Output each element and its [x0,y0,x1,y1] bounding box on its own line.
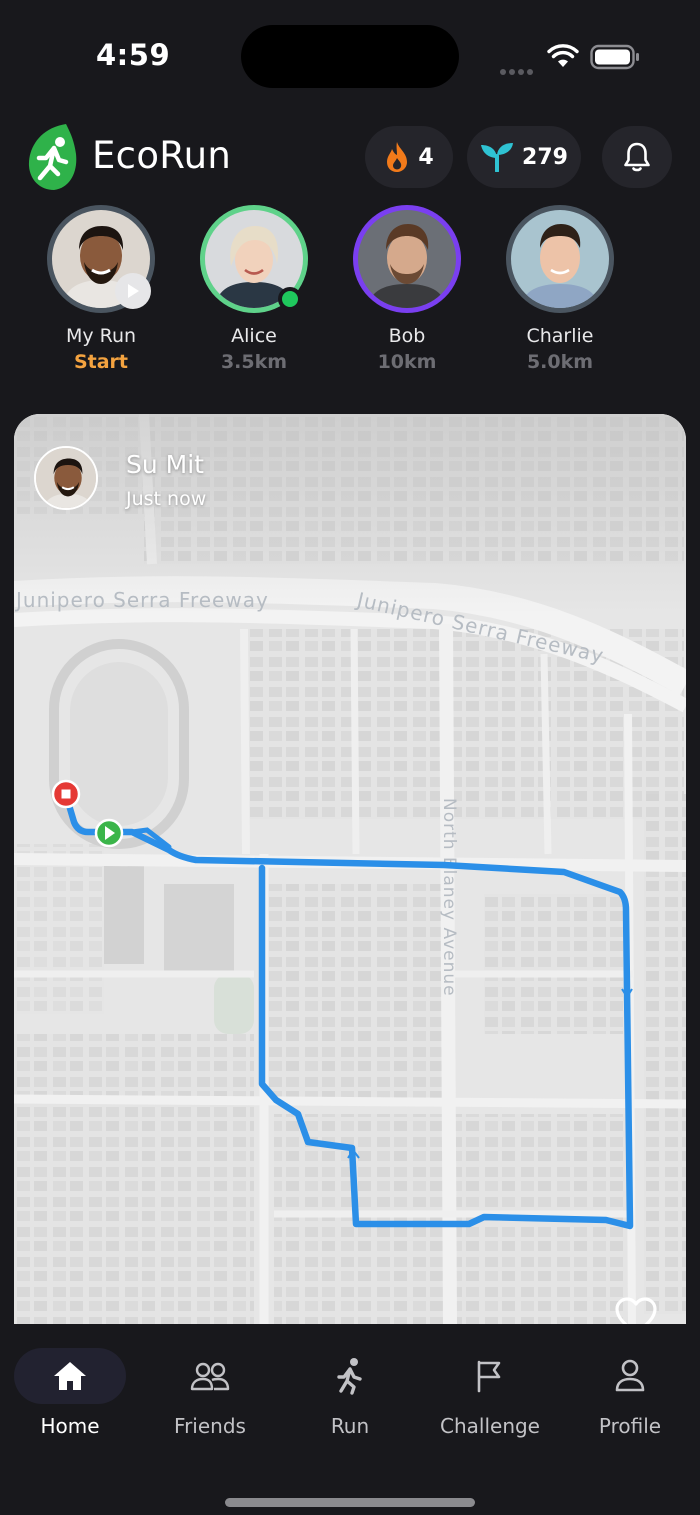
run-icon [337,1358,362,1395]
wifi-icon [547,44,579,67]
profile-icon [615,1359,645,1392]
nav-challenge[interactable]: Challenge [420,1348,560,1448]
online-status-icon [278,287,302,311]
friend-name: Bob [388,325,426,347]
nav-label: Profile [598,1414,662,1438]
post-timestamp: Just now [126,488,207,510]
nav-label: Challenge [440,1414,540,1438]
run-feed-card[interactable]: Junipero Serra Freeway Junipero Serra Fr… [14,414,686,1324]
flag-icon [477,1360,501,1393]
avatar-ring [353,205,461,313]
nav-run[interactable]: Run [280,1348,420,1448]
status-time: 4:59 [96,38,171,72]
avatar [511,210,609,308]
fire-icon [387,142,408,172]
nav-label: Home [40,1414,100,1438]
nav-friends[interactable]: Friends [140,1348,280,1448]
post-author-avatar[interactable] [34,446,98,510]
nav-profile[interactable]: Profile [560,1348,700,1448]
sprout-icon [481,143,514,172]
bell-icon [624,142,650,172]
friend-story-bob[interactable]: Bob 10km [337,205,477,373]
streak-count: 4 [418,144,434,170]
avatar-ring [506,205,614,313]
friend-story-charlie[interactable]: Charlie 5.0km [490,205,630,373]
friend-name: My Run [65,325,137,347]
app-header: EcoRun 4 279 [0,120,700,196]
home-indicator[interactable] [225,1498,475,1507]
street-label: North Blaney Avenue [439,798,459,997]
finish-marker-icon [51,779,81,809]
notifications-button[interactable] [602,126,672,188]
app-title: EcoRun [92,134,232,177]
play-icon [115,273,151,309]
eco-points-count: 279 [522,144,568,170]
friend-distance: 5.0km [526,351,594,373]
avatar-ring [200,205,308,313]
status-bar: 4:59 [0,0,700,110]
friend-distance: 10km [377,351,437,373]
friend-distance: 3.5km [220,351,288,373]
ecorun-logo-icon [28,124,77,190]
nav-label: Friends [174,1414,246,1438]
avatar [358,210,456,308]
nav-label: Run [330,1414,370,1438]
route-map[interactable]: Junipero Serra Freeway Junipero Serra Fr… [14,414,686,1324]
post-author-name[interactable]: Su Mit [126,450,204,479]
nav-home[interactable]: Home [0,1348,140,1448]
street-label: Junipero Serra Freeway [14,588,269,612]
heart-icon[interactable] [614,1296,658,1324]
friends-icon [190,1362,230,1391]
friend-story-alice[interactable]: Alice 3.5km [184,205,324,373]
bottom-navigation: Home Friends Run Challenge Profile [0,1324,700,1515]
streak-pill[interactable]: 4 [365,126,453,188]
friend-story-my-run[interactable]: My Run Start [31,205,171,373]
dynamic-island [241,25,459,88]
friends-stories-row: My Run Start Alice 3.5km Bob 10km Charli… [0,205,700,380]
start-marker-icon [94,818,124,848]
battery-icon [590,44,639,70]
cellular-signal-icon [500,60,536,75]
friend-name: Alice [231,325,277,347]
avatar-ring [47,205,155,313]
eco-points-pill[interactable]: 279 [467,126,581,188]
home-icon [54,1362,86,1390]
friend-distance: Start [73,351,129,373]
friend-name: Charlie [526,325,594,347]
